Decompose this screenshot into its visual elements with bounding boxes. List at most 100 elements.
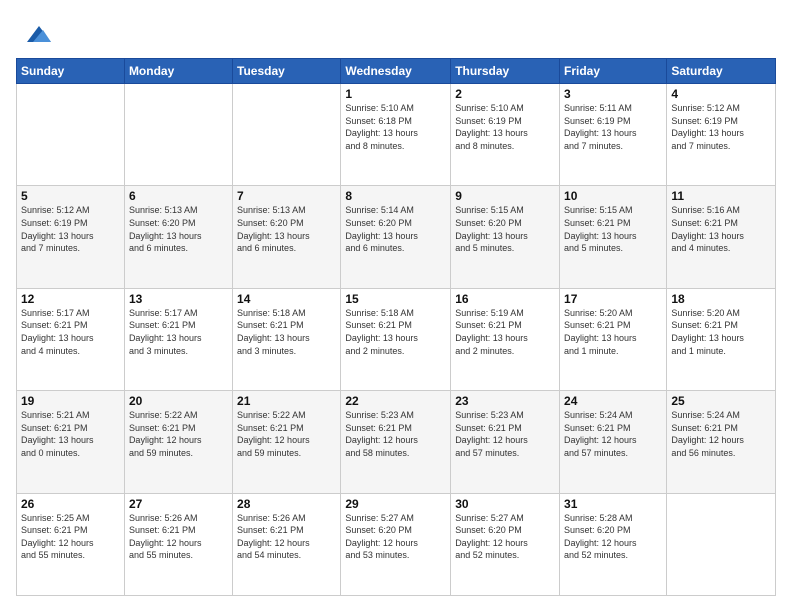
day-number: 26 [21, 497, 120, 511]
weekday-header-monday: Monday [124, 59, 232, 84]
day-number: 29 [345, 497, 446, 511]
day-cell: 27Sunrise: 5:26 AM Sunset: 6:21 PM Dayli… [124, 493, 232, 595]
weekday-header-friday: Friday [560, 59, 667, 84]
weekday-header-row: SundayMondayTuesdayWednesdayThursdayFrid… [17, 59, 776, 84]
day-cell [667, 493, 776, 595]
day-cell: 11Sunrise: 5:16 AM Sunset: 6:21 PM Dayli… [667, 186, 776, 288]
day-info: Sunrise: 5:22 AM Sunset: 6:21 PM Dayligh… [237, 409, 336, 459]
day-info: Sunrise: 5:25 AM Sunset: 6:21 PM Dayligh… [21, 512, 120, 562]
day-info: Sunrise: 5:19 AM Sunset: 6:21 PM Dayligh… [455, 307, 555, 357]
day-cell: 21Sunrise: 5:22 AM Sunset: 6:21 PM Dayli… [233, 391, 341, 493]
day-number: 4 [671, 87, 771, 101]
day-info: Sunrise: 5:20 AM Sunset: 6:21 PM Dayligh… [671, 307, 771, 357]
day-info: Sunrise: 5:24 AM Sunset: 6:21 PM Dayligh… [671, 409, 771, 459]
week-row-2: 5Sunrise: 5:12 AM Sunset: 6:19 PM Daylig… [17, 186, 776, 288]
day-info: Sunrise: 5:28 AM Sunset: 6:20 PM Dayligh… [564, 512, 662, 562]
day-cell: 29Sunrise: 5:27 AM Sunset: 6:20 PM Dayli… [341, 493, 451, 595]
day-cell: 16Sunrise: 5:19 AM Sunset: 6:21 PM Dayli… [451, 288, 560, 390]
day-cell: 23Sunrise: 5:23 AM Sunset: 6:21 PM Dayli… [451, 391, 560, 493]
week-row-5: 26Sunrise: 5:25 AM Sunset: 6:21 PM Dayli… [17, 493, 776, 595]
day-number: 14 [237, 292, 336, 306]
day-cell: 26Sunrise: 5:25 AM Sunset: 6:21 PM Dayli… [17, 493, 125, 595]
day-info: Sunrise: 5:12 AM Sunset: 6:19 PM Dayligh… [21, 204, 120, 254]
day-cell [17, 84, 125, 186]
day-info: Sunrise: 5:12 AM Sunset: 6:19 PM Dayligh… [671, 102, 771, 152]
day-info: Sunrise: 5:22 AM Sunset: 6:21 PM Dayligh… [129, 409, 228, 459]
day-number: 12 [21, 292, 120, 306]
day-info: Sunrise: 5:23 AM Sunset: 6:21 PM Dayligh… [455, 409, 555, 459]
calendar-table: SundayMondayTuesdayWednesdayThursdayFrid… [16, 58, 776, 596]
day-info: Sunrise: 5:15 AM Sunset: 6:21 PM Dayligh… [564, 204, 662, 254]
day-number: 24 [564, 394, 662, 408]
day-number: 3 [564, 87, 662, 101]
weekday-header-wednesday: Wednesday [341, 59, 451, 84]
logo-icon [19, 16, 51, 48]
day-cell: 12Sunrise: 5:17 AM Sunset: 6:21 PM Dayli… [17, 288, 125, 390]
day-number: 13 [129, 292, 228, 306]
day-info: Sunrise: 5:13 AM Sunset: 6:20 PM Dayligh… [129, 204, 228, 254]
day-cell: 5Sunrise: 5:12 AM Sunset: 6:19 PM Daylig… [17, 186, 125, 288]
day-number: 31 [564, 497, 662, 511]
day-number: 6 [129, 189, 228, 203]
weekday-header-sunday: Sunday [17, 59, 125, 84]
day-cell: 4Sunrise: 5:12 AM Sunset: 6:19 PM Daylig… [667, 84, 776, 186]
day-info: Sunrise: 5:13 AM Sunset: 6:20 PM Dayligh… [237, 204, 336, 254]
day-info: Sunrise: 5:26 AM Sunset: 6:21 PM Dayligh… [129, 512, 228, 562]
weekday-header-saturday: Saturday [667, 59, 776, 84]
day-cell: 20Sunrise: 5:22 AM Sunset: 6:21 PM Dayli… [124, 391, 232, 493]
logo [16, 16, 51, 48]
week-row-4: 19Sunrise: 5:21 AM Sunset: 6:21 PM Dayli… [17, 391, 776, 493]
day-cell: 13Sunrise: 5:17 AM Sunset: 6:21 PM Dayli… [124, 288, 232, 390]
day-cell: 22Sunrise: 5:23 AM Sunset: 6:21 PM Dayli… [341, 391, 451, 493]
day-number: 22 [345, 394, 446, 408]
day-info: Sunrise: 5:18 AM Sunset: 6:21 PM Dayligh… [237, 307, 336, 357]
day-cell: 6Sunrise: 5:13 AM Sunset: 6:20 PM Daylig… [124, 186, 232, 288]
day-number: 1 [345, 87, 446, 101]
weekday-header-tuesday: Tuesday [233, 59, 341, 84]
day-info: Sunrise: 5:23 AM Sunset: 6:21 PM Dayligh… [345, 409, 446, 459]
day-info: Sunrise: 5:21 AM Sunset: 6:21 PM Dayligh… [21, 409, 120, 459]
day-info: Sunrise: 5:17 AM Sunset: 6:21 PM Dayligh… [21, 307, 120, 357]
day-info: Sunrise: 5:14 AM Sunset: 6:20 PM Dayligh… [345, 204, 446, 254]
day-cell [124, 84, 232, 186]
day-cell: 8Sunrise: 5:14 AM Sunset: 6:20 PM Daylig… [341, 186, 451, 288]
day-cell: 9Sunrise: 5:15 AM Sunset: 6:20 PM Daylig… [451, 186, 560, 288]
day-info: Sunrise: 5:15 AM Sunset: 6:20 PM Dayligh… [455, 204, 555, 254]
day-info: Sunrise: 5:20 AM Sunset: 6:21 PM Dayligh… [564, 307, 662, 357]
day-number: 20 [129, 394, 228, 408]
day-number: 17 [564, 292, 662, 306]
day-info: Sunrise: 5:16 AM Sunset: 6:21 PM Dayligh… [671, 204, 771, 254]
day-cell: 25Sunrise: 5:24 AM Sunset: 6:21 PM Dayli… [667, 391, 776, 493]
page: SundayMondayTuesdayWednesdayThursdayFrid… [0, 0, 792, 612]
day-info: Sunrise: 5:11 AM Sunset: 6:19 PM Dayligh… [564, 102, 662, 152]
day-number: 21 [237, 394, 336, 408]
day-number: 9 [455, 189, 555, 203]
day-cell: 28Sunrise: 5:26 AM Sunset: 6:21 PM Dayli… [233, 493, 341, 595]
day-number: 30 [455, 497, 555, 511]
day-info: Sunrise: 5:17 AM Sunset: 6:21 PM Dayligh… [129, 307, 228, 357]
day-number: 7 [237, 189, 336, 203]
day-cell: 18Sunrise: 5:20 AM Sunset: 6:21 PM Dayli… [667, 288, 776, 390]
day-number: 27 [129, 497, 228, 511]
day-info: Sunrise: 5:10 AM Sunset: 6:19 PM Dayligh… [455, 102, 555, 152]
day-number: 25 [671, 394, 771, 408]
day-cell: 31Sunrise: 5:28 AM Sunset: 6:20 PM Dayli… [560, 493, 667, 595]
day-number: 28 [237, 497, 336, 511]
day-cell: 19Sunrise: 5:21 AM Sunset: 6:21 PM Dayli… [17, 391, 125, 493]
weekday-header-thursday: Thursday [451, 59, 560, 84]
day-number: 23 [455, 394, 555, 408]
day-cell [233, 84, 341, 186]
day-cell: 10Sunrise: 5:15 AM Sunset: 6:21 PM Dayli… [560, 186, 667, 288]
day-number: 18 [671, 292, 771, 306]
day-number: 16 [455, 292, 555, 306]
day-info: Sunrise: 5:18 AM Sunset: 6:21 PM Dayligh… [345, 307, 446, 357]
day-number: 2 [455, 87, 555, 101]
day-number: 8 [345, 189, 446, 203]
day-info: Sunrise: 5:27 AM Sunset: 6:20 PM Dayligh… [345, 512, 446, 562]
day-number: 10 [564, 189, 662, 203]
day-cell: 3Sunrise: 5:11 AM Sunset: 6:19 PM Daylig… [560, 84, 667, 186]
day-cell: 30Sunrise: 5:27 AM Sunset: 6:20 PM Dayli… [451, 493, 560, 595]
day-cell: 17Sunrise: 5:20 AM Sunset: 6:21 PM Dayli… [560, 288, 667, 390]
day-number: 5 [21, 189, 120, 203]
day-cell: 15Sunrise: 5:18 AM Sunset: 6:21 PM Dayli… [341, 288, 451, 390]
